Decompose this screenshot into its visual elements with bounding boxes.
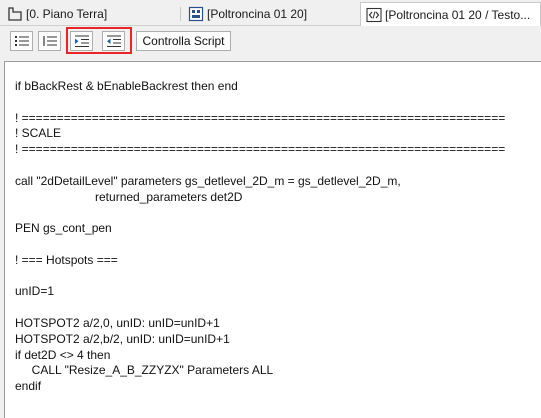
code-line: call "2dDetailLevel" parameters gs_detle… [15,173,401,188]
code-line: HOTSPOT2 a/2,0, unID: unID=unID+1 [15,315,220,330]
code-line: ! ======================================… [15,110,506,125]
indent-icon [74,35,89,47]
script-editor[interactable]: if bBackRest & bEnableBackrest then end!… [4,61,541,418]
code-line: HOTSPOT2 a/2,b/2, unID: unID=unID+1 [15,331,230,346]
code-line: if bBackRest & bEnableBackrest then end [15,79,238,93]
code-line: if det2D <> 4 then [15,347,111,362]
code-line: ! === Hotspots === [15,252,118,267]
script-code-icon [366,7,382,22]
code-line: unID=1 [15,284,55,299]
tab-bar: [0. Piano Terra] [Poltroncina 01 20] [Po… [0,0,541,26]
tab-separator [180,7,181,21]
lines-icon [14,36,29,46]
indent-button[interactable] [70,31,93,51]
tab-label: [0. Piano Terra] [26,7,108,21]
code-line: endif [15,379,42,394]
outdent-button[interactable] [102,31,125,51]
code-line: ! SCALE [15,126,62,141]
floor-plan-icon [8,7,22,21]
tab-label: [Poltroncina 01 20 / Testo... [385,7,531,22]
code-line: returned_parameters det2D [15,189,243,204]
numbered-view-button[interactable] [38,31,61,51]
code-line: PEN gs_cont_pen [15,221,112,236]
tab-floor-plan[interactable]: [0. Piano Terra] [2,3,172,25]
list-view-button[interactable] [10,31,33,51]
code-text: if bBackRest & bEnableBackrest then end!… [15,79,505,395]
tab-script-active[interactable]: [Poltroncina 01 20 / Testo... [360,2,541,26]
tab-object[interactable]: [Poltroncina 01 20] [183,3,358,25]
numbered-lines-icon [42,36,57,46]
object-3d-icon [188,6,204,22]
code-line: ! ======================================… [15,142,506,157]
code-line: CALL "Resize_A_B_ZZYZX" Parameters ALL [15,363,274,378]
tab-label: [Poltroncina 01 20] [207,7,308,21]
outdent-icon [106,35,121,47]
check-script-button[interactable]: Controlla Script [136,31,231,51]
